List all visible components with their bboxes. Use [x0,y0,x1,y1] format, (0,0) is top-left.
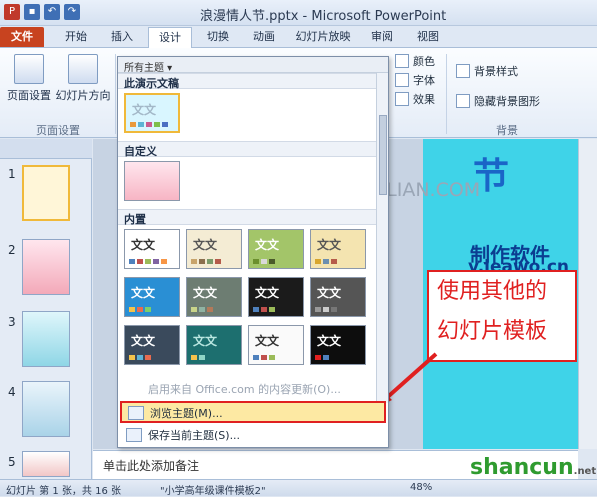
hide-bg-checkbox[interactable]: 隐藏背景图形 [456,93,540,109]
powerpoint-icon: P [4,4,20,20]
browse-themes-menu-item[interactable]: 浏览主题(M)... [120,401,386,423]
ribbon-divider [446,54,447,134]
builtin-theme-grid: 文文 文文 文文 文文 文文 文文 文文 文文 文文 文文 文文 文文 [118,225,388,375]
save-theme-menu-item[interactable]: 保存当前主题(S)... [120,425,386,447]
status-bar: 幻灯片 第 1 张，共 16 张 "小学高年级课件模板2" 48% [0,479,597,497]
fonts-icon [395,73,409,87]
orientation-label: 幻灯片方向 [55,89,111,102]
window-title: 浪漫情人节.pptx - Microsoft PowerPoint [200,9,447,24]
section-custom: 自定义 [118,141,388,158]
ribbon-tabs: 文件 开始 插入 设计 切换 动画 幻灯片放映 审阅 视图 [0,26,597,49]
redo-icon[interactable]: ↷ [64,4,80,20]
slides-pane: 1 2 3 4 5 [0,139,92,479]
theme-builtin[interactable]: 文文 [124,277,180,317]
theme-builtin[interactable]: 文文 [248,325,304,365]
checkbox-icon [456,94,470,108]
slide-thumbnail[interactable] [22,165,70,221]
annotation-line1: 使用其他的 [437,279,548,304]
tab-design[interactable]: 设计 [148,27,192,49]
section-current: 此演示文稿 [118,73,388,90]
gallery-scrollbar[interactable] [376,73,388,403]
theme-builtin[interactable]: 文文 [248,229,304,269]
annotation-line2: 幻灯片模板 [437,319,548,344]
template-name: "小学高年级课件模板2" [160,486,266,497]
theme-builtin[interactable]: 文文 [310,325,366,365]
themes-gallery-dropdown: 所有主题 ▾ 此演示文稿 文文 自定义 内置 文文 文文 文文 文文 文文 文文… [117,56,389,448]
zoom-level: 48% [410,482,433,493]
theme-builtin[interactable]: 文文 [186,229,242,269]
tab-review[interactable]: 审阅 [362,27,402,47]
current-theme-row: 文文 [118,89,388,141]
theme-builtin[interactable]: 文文 [186,325,242,365]
tab-insert[interactable]: 插入 [102,27,142,47]
theme-builtin[interactable]: 文文 [310,277,366,317]
quick-access-toolbar: P ▪ ↶ ↷ [4,4,80,20]
theme-custom[interactable] [124,161,180,201]
orientation-icon [68,54,98,84]
fonts-button[interactable]: 字体 [395,72,435,88]
tab-slideshow[interactable]: 幻灯片放映 [292,27,354,47]
slide-orientation-button[interactable]: 幻灯片方向 [54,54,112,103]
effects-icon [395,92,409,106]
custom-theme-row [118,157,388,209]
slide-count: 幻灯片 第 1 张，共 16 张 [6,486,121,497]
theme-office[interactable]: 文文 [124,229,180,269]
theme-builtin[interactable]: 文文 [186,277,242,317]
slide-thumbnail[interactable] [22,451,70,477]
slide-number: 1 [8,167,16,181]
dropdown-header: 所有主题 ▾ [118,57,388,74]
site-logo: shancun.net [470,455,597,480]
pane-tabs[interactable] [0,139,92,159]
save-icon[interactable]: ▪ [24,4,40,20]
slide-thumbnail[interactable] [22,311,70,367]
save-theme-icon [126,428,142,442]
tab-file[interactable]: 文件 [0,27,44,47]
theme-current[interactable]: 文文 [124,93,180,133]
bg-styles-button[interactable]: 背景样式 [456,63,518,79]
page-setup-button[interactable]: 页面设置 [6,54,52,103]
theme-builtin[interactable]: 文文 [310,229,366,269]
theme-builtin[interactable]: 文文 [248,277,304,317]
tab-transitions[interactable]: 切换 [198,27,238,47]
page-setup-icon [14,54,44,84]
slide-number: 5 [8,455,16,469]
page-setup-group-label: 页面设置 [36,124,80,137]
slide-number: 3 [8,315,16,329]
theme-builtin[interactable]: 文文 [124,325,180,365]
colors-button[interactable]: 颜色 [395,53,435,69]
slide-thumbnail[interactable] [22,239,70,295]
section-builtin: 内置 [118,209,388,226]
effects-button[interactable]: 效果 [395,91,435,107]
bg-styles-icon [456,64,470,78]
background-group-label: 背景 [496,124,518,137]
scrollbar-thumb[interactable] [379,115,387,195]
ribbon-divider [115,54,116,134]
browse-icon [128,406,144,420]
slide-number: 2 [8,243,16,257]
annotation-box: 使用其他的 幻灯片模板 [427,270,577,362]
tab-home[interactable]: 开始 [56,27,96,47]
slide-number: 4 [8,385,16,399]
tab-view[interactable]: 视图 [408,27,448,47]
vertical-scrollbar[interactable] [578,139,597,449]
slide-thumbnail[interactable] [22,381,70,437]
title-bar: P ▪ ↶ ↷ 浪漫情人节.pptx - Microsoft PowerPoin… [0,0,597,26]
tab-animations[interactable]: 动画 [244,27,284,47]
theme-color-bars [130,122,168,127]
office-update-menu-item: 启用来自 Office.com 的内容更新(O)... [148,383,341,396]
undo-icon[interactable]: ↶ [44,4,60,20]
page-setup-label: 页面设置 [7,89,51,102]
colors-icon [395,54,409,68]
